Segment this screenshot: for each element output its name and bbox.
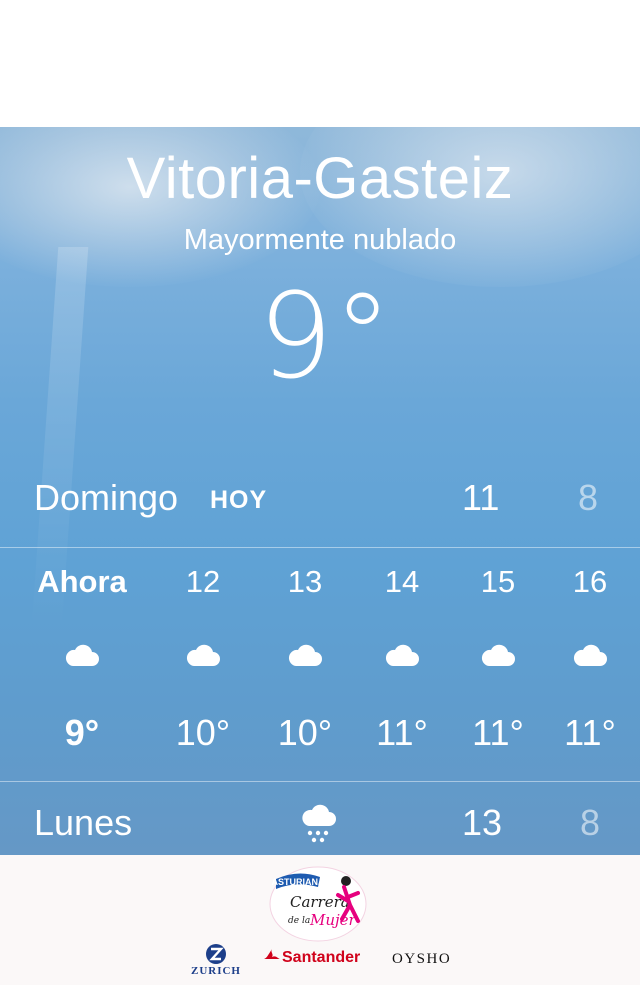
weather-panel: Vitoria-Gasteiz Mayormente nublado 9° Do… — [0, 127, 640, 855]
sponsor-strip: ZURICH Santander OYSHO — [0, 941, 640, 981]
hourly-forecast[interactable]: Ahora 9° 12 10° 13 10° 14 11° 15 11° 16 … — [0, 548, 640, 781]
cloud-icon — [288, 644, 322, 666]
cloud-icon — [385, 644, 419, 666]
santander-flame-icon — [264, 949, 280, 959]
hour-temperature: 11° — [564, 712, 616, 753]
zurich-label: ZURICH — [190, 965, 241, 977]
today-high: 11 — [462, 477, 500, 518]
current-temperature: 9° — [258, 267, 393, 405]
cloud-rain-icon — [302, 804, 336, 843]
top-blank-area — [0, 0, 640, 127]
hour-label: 13 — [287, 564, 323, 599]
today-day-label: Domingo — [34, 477, 179, 518]
today-summary-row[interactable]: Domingo HOY 11 8 — [0, 473, 640, 529]
hour-label: 16 — [572, 564, 608, 599]
cloud-icon — [186, 644, 220, 666]
brand-text: ASTURIANA — [272, 877, 325, 887]
hour-temperature: 10° — [175, 712, 231, 753]
zurich-icon — [206, 944, 226, 964]
hour-temperature: 11° — [376, 712, 428, 753]
cloud-icon — [573, 644, 607, 666]
hour-label: 15 — [480, 564, 516, 599]
zurich-logo: ZURICH — [188, 943, 244, 979]
hour-label: 14 — [384, 564, 420, 599]
event-text-line3: Mujer — [309, 911, 357, 929]
hour-label: 12 — [185, 564, 221, 599]
santander-logo: Santander — [264, 949, 360, 967]
hour-temperature: 9° — [64, 712, 100, 753]
hour-temperature: 10° — [277, 712, 333, 753]
day-low: 8 — [580, 802, 601, 843]
cloud-icon — [481, 644, 515, 666]
today-badge: HOY — [210, 486, 268, 514]
weather-condition: Mayormente nublado — [183, 224, 457, 256]
hour-temperature: 11° — [472, 712, 524, 753]
oysho-logo: OYSHO — [392, 951, 452, 967]
santander-label: Santander — [282, 949, 361, 966]
carrera-de-la-mujer-logo: ASTURIANA Carrera de la Mujer — [269, 866, 367, 942]
hour-label: Ahora — [37, 564, 127, 599]
cloud-icon — [65, 644, 99, 666]
today-low: 8 — [578, 477, 599, 518]
event-text-line2: de la — [288, 916, 310, 926]
advertisement-banner[interactable]: ASTURIANA Carrera de la Mujer ZURICH San… — [0, 855, 640, 985]
city-name: Vitoria-Gasteiz — [126, 146, 514, 211]
daily-forecast-row[interactable]: Lunes 13 8 — [0, 782, 640, 855]
day-label: Lunes — [34, 802, 133, 843]
day-high: 13 — [462, 802, 503, 843]
